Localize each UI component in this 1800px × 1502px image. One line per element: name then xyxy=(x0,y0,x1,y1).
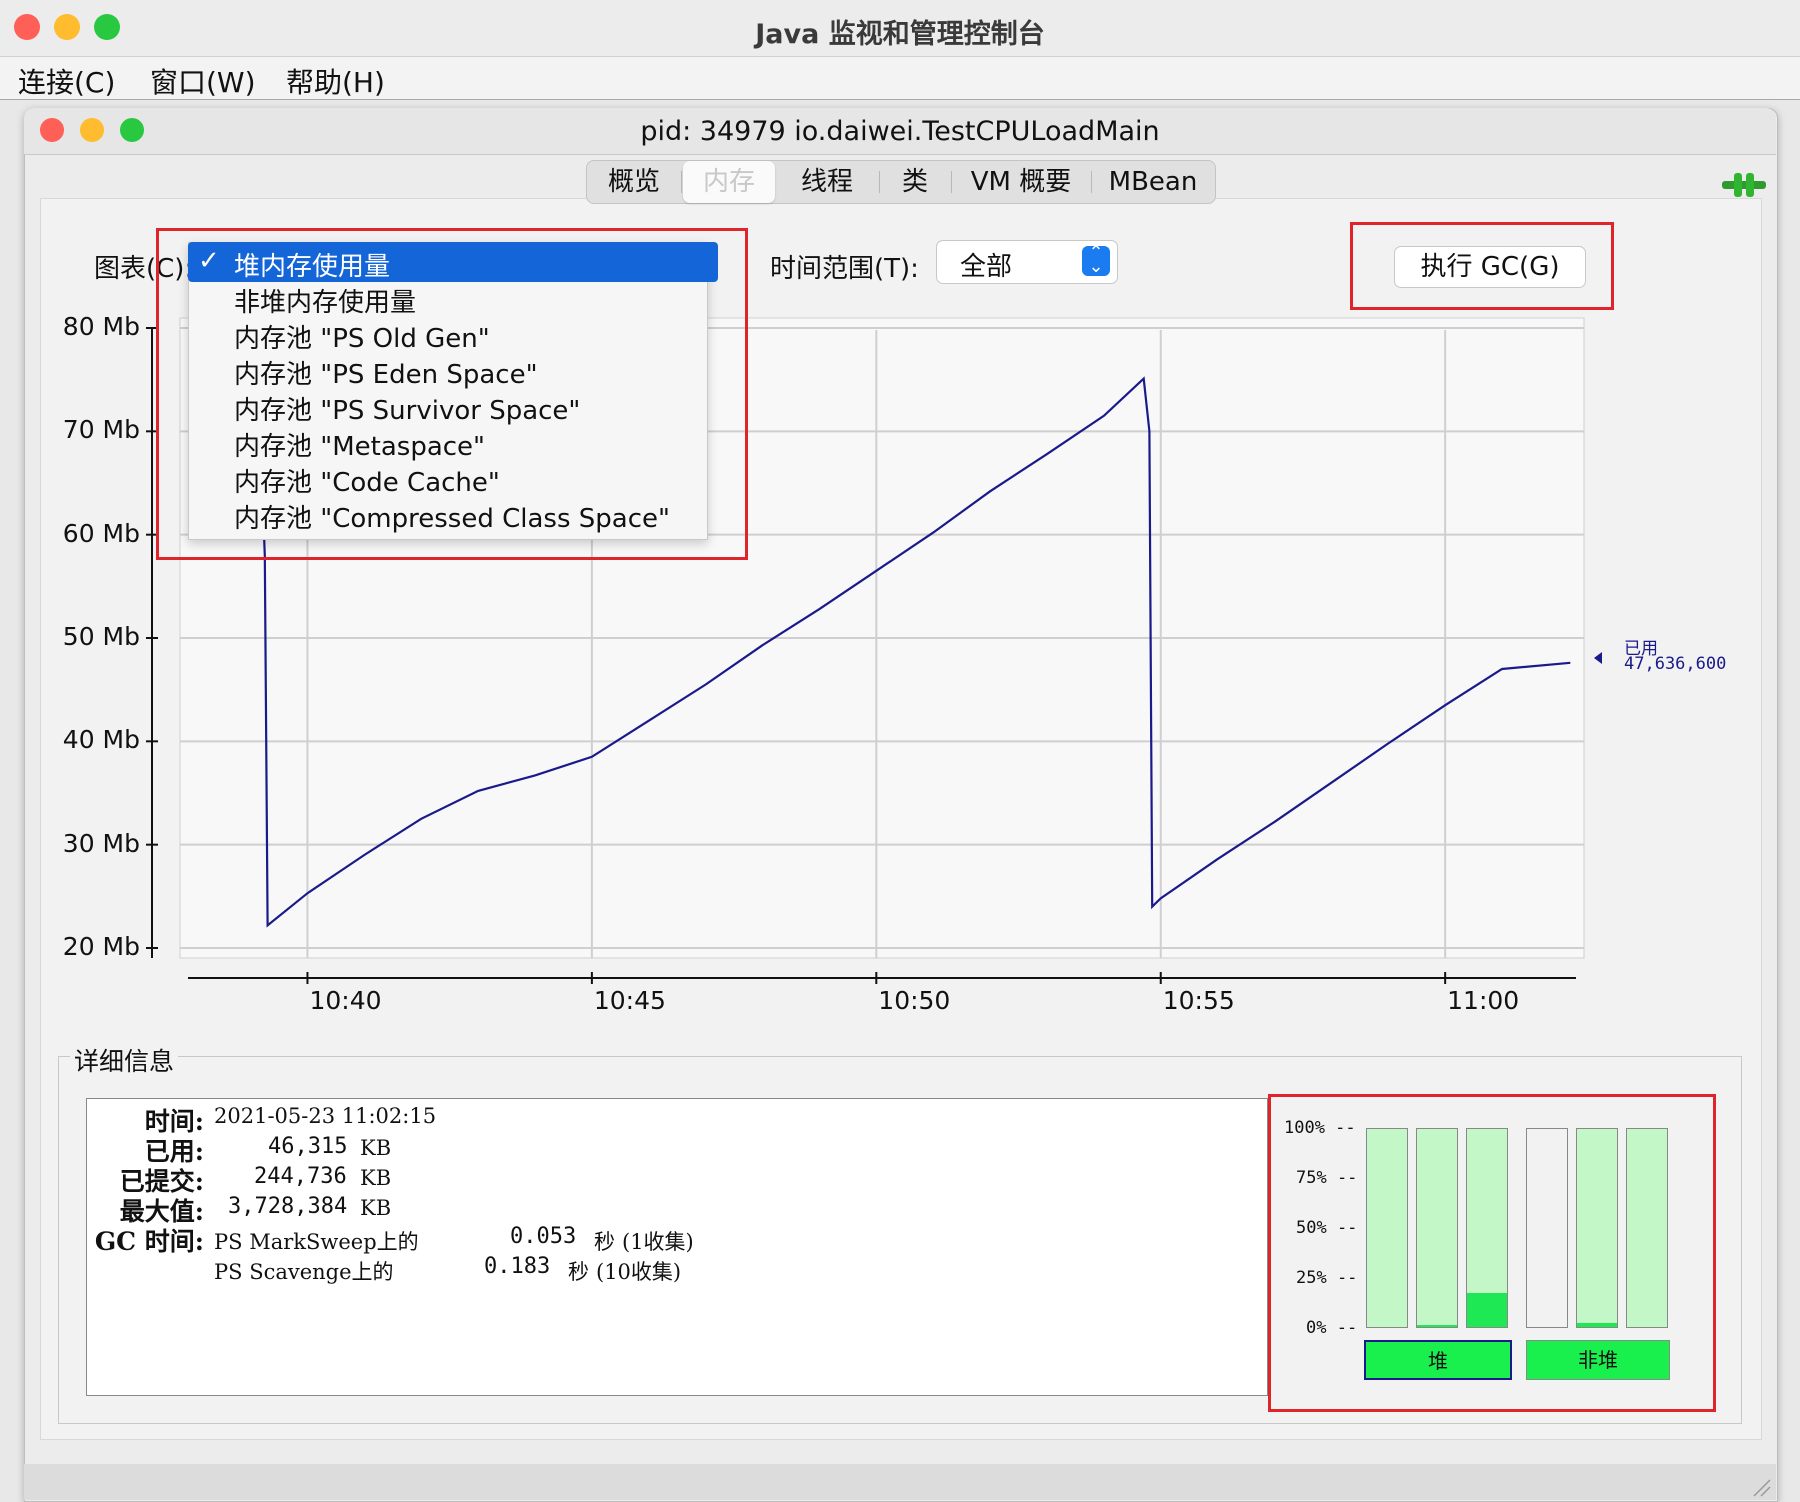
x-tick-label: 10:45 xyxy=(593,986,666,1015)
details-legend: 详细信息 xyxy=(70,1042,179,1078)
detail-key-gc-time: GC 时间: xyxy=(94,1227,204,1256)
detail-value-used: 46,315 xyxy=(268,1134,348,1159)
y-tick-label: 80 Mb xyxy=(62,312,140,341)
y-tick-label: 60 Mb xyxy=(62,518,140,548)
x-tick-label: 11:00 xyxy=(1447,986,1520,1015)
y-tick-label: 70 Mb xyxy=(62,415,140,445)
x-tick-label: 10:40 xyxy=(309,986,382,1015)
y-tick-label: 40 Mb xyxy=(62,725,140,755)
gc-count-marksweep: (1收集) xyxy=(622,1230,694,1254)
resize-grip-icon[interactable] xyxy=(1750,1476,1772,1498)
detail-unit-used: KB xyxy=(360,1136,392,1160)
gc-collector-scavenge: PS Scavenge上的 xyxy=(214,1260,394,1284)
series-used-value: 47,636,600 xyxy=(1624,654,1727,674)
y-tick-label: 30 Mb xyxy=(62,828,140,858)
detail-value-time: 2021-05-23 11:02:15 xyxy=(214,1104,437,1128)
y-tick-label: 20 Mb xyxy=(62,932,140,961)
x-tick-label: 10:50 xyxy=(878,986,951,1015)
gc-time-marksweep: 0.053 xyxy=(510,1224,577,1249)
gc-unit-marksweep: 秒 xyxy=(594,1230,615,1254)
detail-value-committed: 244,736 xyxy=(254,1164,347,1189)
detail-value-max: 3,728,384 xyxy=(228,1194,348,1219)
gc-collector-marksweep: PS MarkSweep上的 xyxy=(214,1230,419,1254)
detail-unit-committed: KB xyxy=(360,1166,392,1190)
window-bottom-strip xyxy=(24,1464,1776,1500)
current-value-marker xyxy=(1594,652,1602,664)
y-tick-label: 50 Mb xyxy=(62,622,140,651)
x-tick-label: 10:55 xyxy=(1162,986,1235,1015)
highlight-chart-dropdown xyxy=(156,228,748,560)
highlight-memory-bars xyxy=(1268,1094,1716,1412)
gc-time-scavenge: 0.183 xyxy=(484,1254,551,1279)
gc-unit-scavenge: 秒 xyxy=(568,1260,589,1284)
gc-count-scavenge: (10收集) xyxy=(596,1260,682,1284)
detail-unit-max: KB xyxy=(360,1196,392,1220)
